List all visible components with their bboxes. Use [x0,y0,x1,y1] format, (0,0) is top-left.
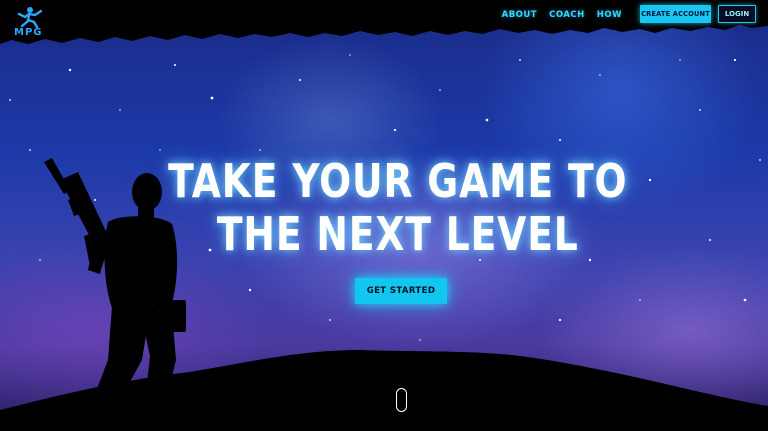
hero-headline-line-2: THE NEXT LEVEL [216,207,579,261]
nav-links: ABOUT COACH HOW [502,9,622,21]
hero-section: MPG ABOUT COACH HOW CREATE ACCOUNT LOGIN… [0,0,768,431]
nav-link-about[interactable]: ABOUT [502,9,537,21]
brand-name[interactable]: MPG [14,27,43,38]
get-started-button[interactable]: GET STARTED [355,278,447,304]
hero-headline: TAKE YOUR GAME TO THE NEXT LEVEL [72,155,724,261]
nav-link-how[interactable]: HOW [597,9,622,21]
runner-icon [17,7,43,29]
login-button[interactable]: LOGIN [718,5,756,23]
create-account-button[interactable]: CREATE ACCOUNT [640,5,711,23]
top-navbar: MPG ABOUT COACH HOW CREATE ACCOUNT LOGIN [0,0,768,40]
mouse-scroll-icon[interactable] [396,388,407,412]
nav-link-coach[interactable]: COACH [549,9,585,21]
hero-headline-line-1: TAKE YOUR GAME TO [168,154,628,208]
